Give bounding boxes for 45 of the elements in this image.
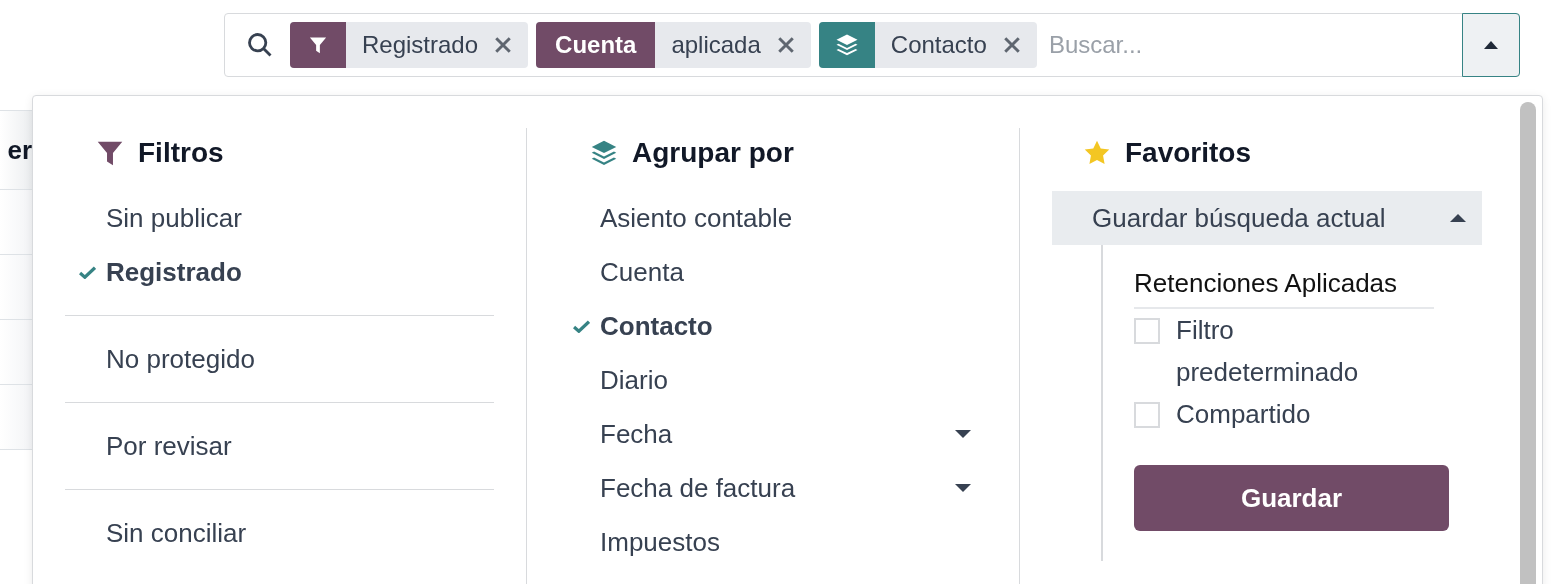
search-icon bbox=[246, 31, 274, 59]
menu-option[interactable]: Fecha de factura bbox=[559, 461, 987, 515]
menu-option[interactable]: Registrado bbox=[65, 245, 494, 299]
name-field[interactable]: Retenciones Aplicadas bbox=[1134, 259, 1434, 309]
menu-option[interactable]: Cuenta bbox=[559, 245, 987, 299]
group-icon bbox=[818, 22, 875, 68]
close-icon bbox=[494, 36, 513, 54]
toggle-button[interactable] bbox=[1462, 13, 1520, 77]
menu-option[interactable]: Por revisar bbox=[65, 419, 494, 473]
menu-option[interactable]: Impuestos bbox=[559, 515, 987, 569]
search-field[interactable]: Buscar... bbox=[1046, 30, 1462, 60]
save-search-toggle[interactable]: Guardar búsqueda actual bbox=[1052, 191, 1482, 245]
filter-icon bbox=[96, 139, 124, 167]
checkbox[interactable] bbox=[1134, 402, 1160, 428]
menu-option[interactable]: Sin conciliar bbox=[65, 506, 494, 560]
save-button[interactable]: Guardar bbox=[1134, 465, 1449, 531]
caret-icon bbox=[1450, 213, 1466, 223]
section-title: Filtros bbox=[138, 137, 224, 169]
caret-icon bbox=[955, 429, 971, 439]
facet-field-label: Cuenta bbox=[536, 22, 656, 68]
checkbox-label: Filtro predeterminado bbox=[1176, 314, 1360, 389]
scrollbar[interactable] bbox=[1520, 102, 1536, 584]
check-icon bbox=[573, 319, 590, 333]
facet-value: aplicada bbox=[670, 30, 762, 60]
facet-value: Contacto bbox=[889, 30, 988, 60]
close-icon bbox=[1002, 36, 1021, 54]
checkbox[interactable] bbox=[1134, 318, 1160, 344]
star-icon bbox=[1083, 139, 1111, 167]
facet-value: Registrado bbox=[361, 30, 480, 60]
menu-option[interactable]: No protegido bbox=[65, 332, 494, 386]
menu-option[interactable]: Diario bbox=[559, 353, 987, 407]
close-icon bbox=[776, 36, 795, 54]
menu-option[interactable]: Sin publicar bbox=[65, 191, 494, 245]
section-title: Favoritos bbox=[1125, 137, 1252, 169]
column-header: er bbox=[7, 134, 32, 166]
menu-option[interactable]: Contacto bbox=[559, 299, 987, 353]
layers-icon bbox=[590, 139, 618, 167]
menu-option[interactable]: Asiento contable bbox=[559, 191, 987, 245]
checkbox-label: Compartido bbox=[1176, 398, 1312, 431]
caret-icon bbox=[1484, 40, 1498, 50]
section-title: Agrupar por bbox=[632, 137, 794, 169]
filter-icon bbox=[290, 22, 346, 68]
check-icon bbox=[79, 265, 96, 279]
caret-icon bbox=[955, 483, 971, 493]
menu-option[interactable]: Fecha bbox=[559, 407, 987, 461]
